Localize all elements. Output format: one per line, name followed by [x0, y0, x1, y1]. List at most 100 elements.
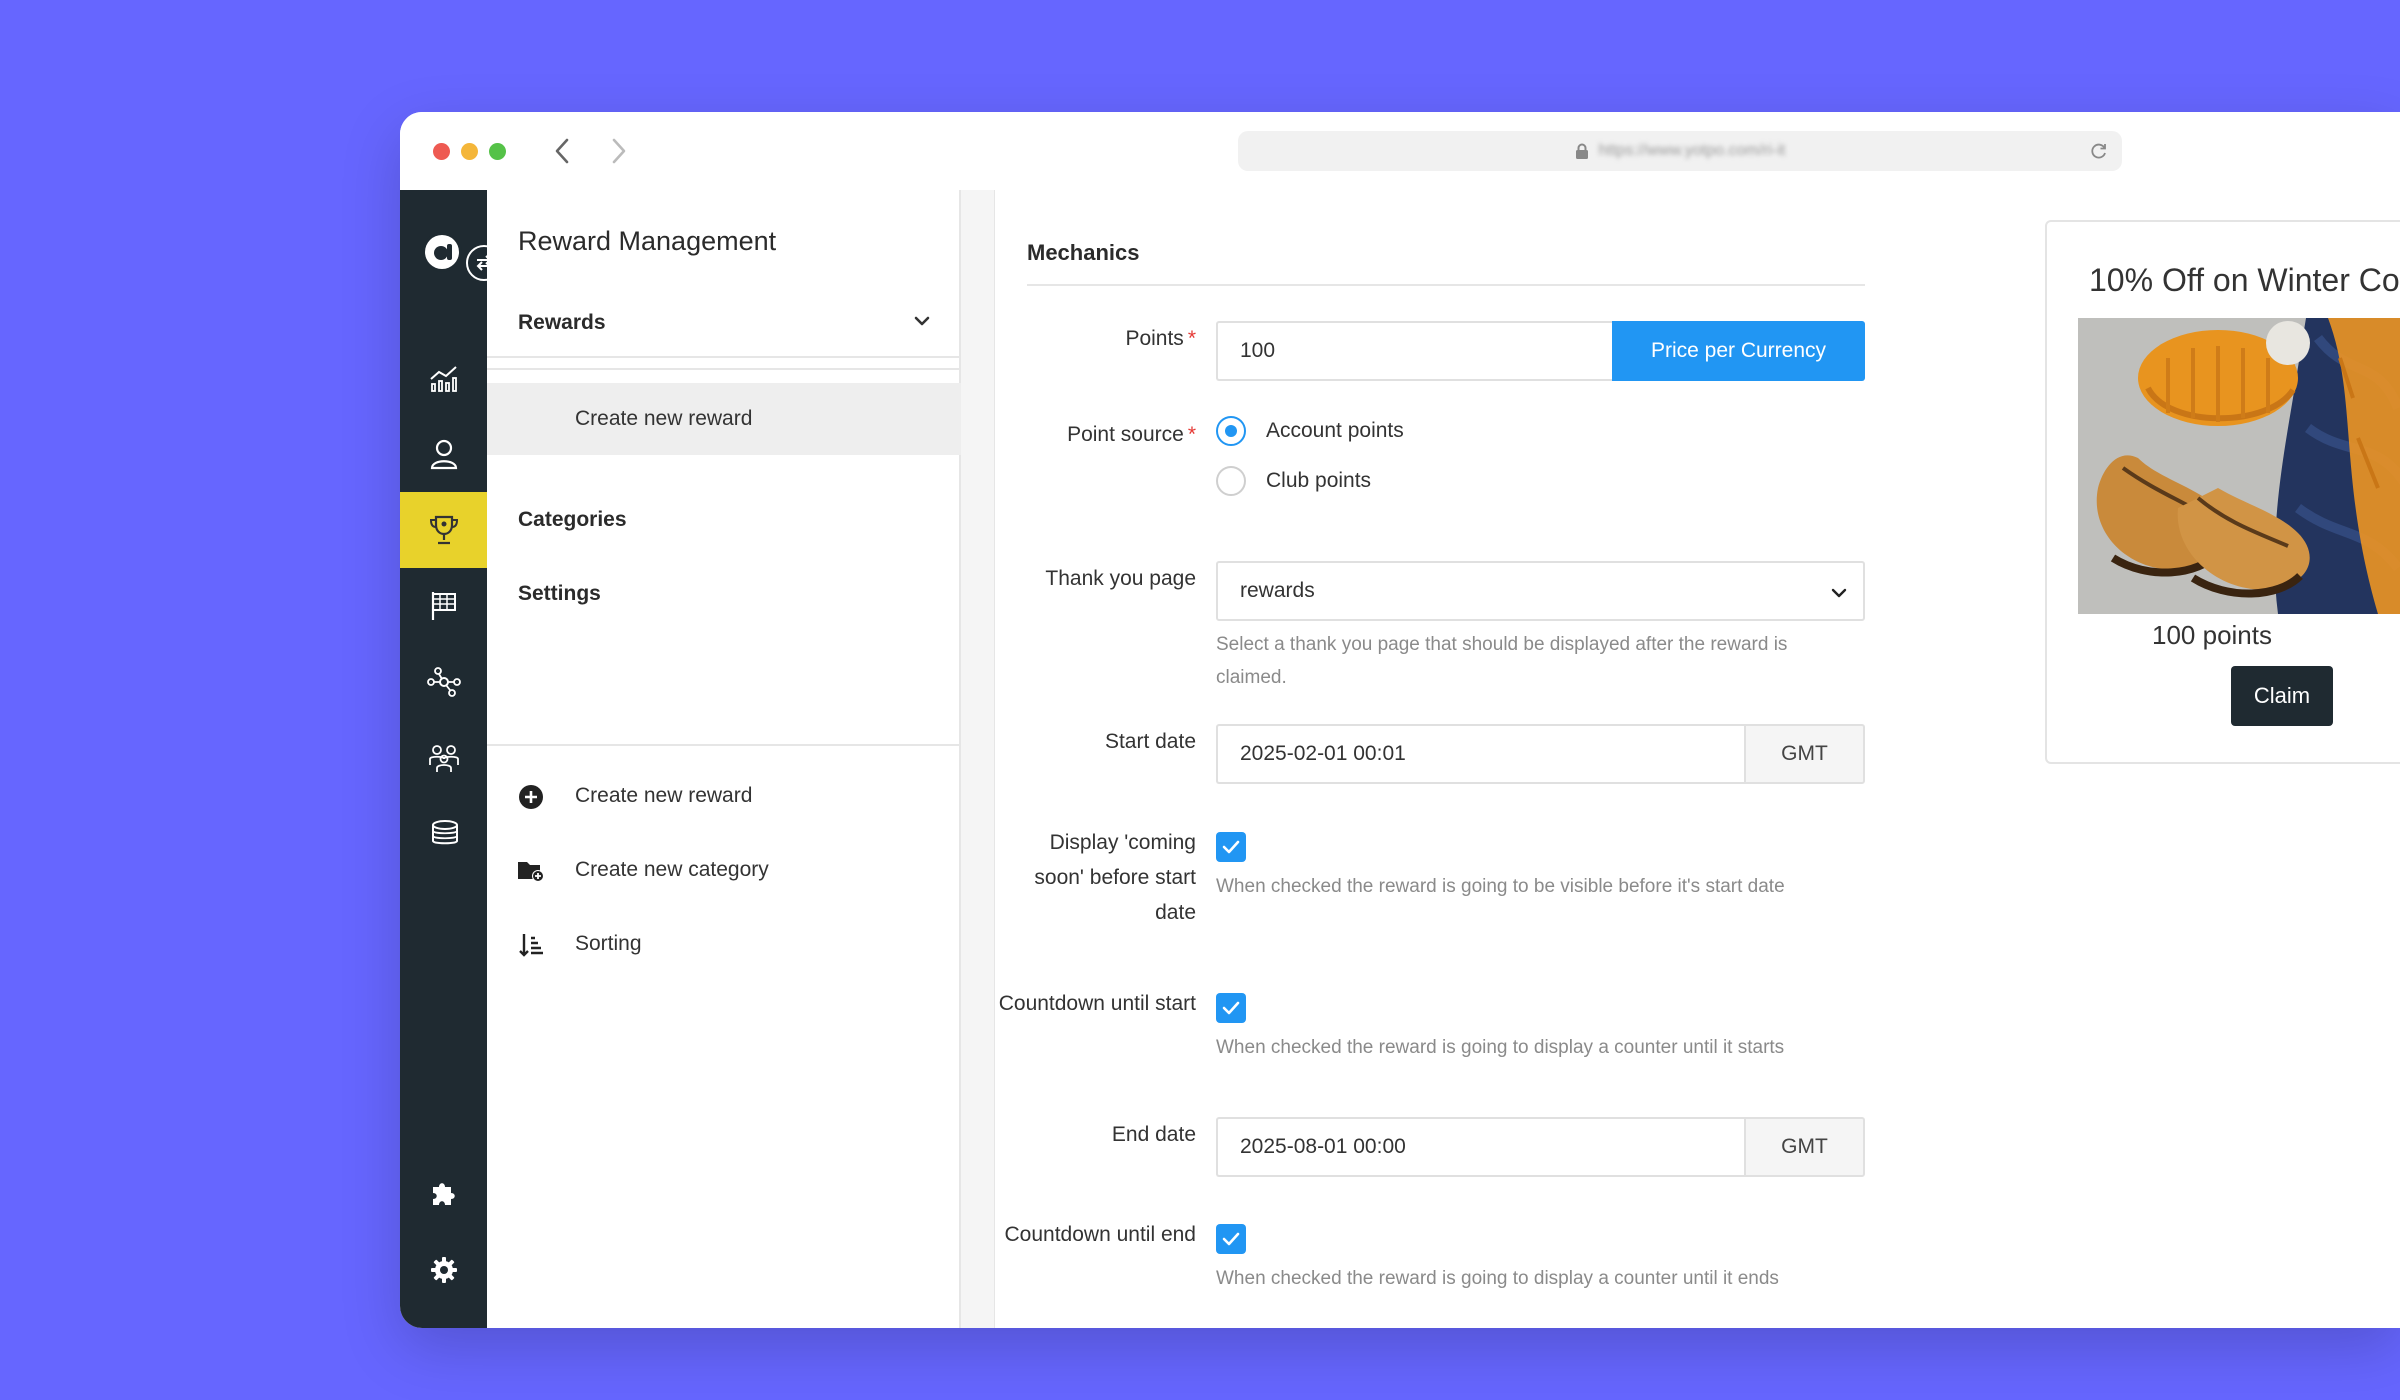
- radio-unselected[interactable]: [1216, 466, 1246, 496]
- action-create-reward-label: Create new reward: [575, 784, 753, 807]
- sort-icon: [517, 931, 545, 959]
- preview-image: [2078, 318, 2400, 614]
- rail-members[interactable]: [400, 720, 487, 796]
- subnav-create-reward-label: Create new reward: [575, 407, 753, 430]
- countdown-end-help: When checked the reward is going to disp…: [1216, 1268, 1779, 1289]
- subnav-settings[interactable]: Settings: [487, 569, 961, 619]
- puzzle-icon: [432, 1183, 455, 1205]
- action-sorting[interactable]: Sorting: [487, 919, 961, 969]
- preview-title: 10% Off on Winter Collection: [2089, 262, 2400, 298]
- flag-icon: [431, 592, 456, 620]
- analytics-chart-icon: [429, 366, 457, 392]
- radio-club-points[interactable]: Club points: [1216, 466, 1371, 496]
- rail-customers[interactable]: [400, 416, 487, 492]
- coming-soon-label: Display 'coming soon' before start date: [1034, 831, 1196, 924]
- maximize-window-button[interactable]: [489, 143, 506, 160]
- network-icon: [426, 667, 461, 697]
- thank-you-page-select[interactable]: rewards: [1216, 561, 1865, 621]
- thank-you-page-help: Select a thank you page that should be d…: [1216, 634, 1788, 688]
- subnav-categories-label: Categories: [518, 508, 627, 531]
- start-date-timezone: GMT: [1744, 724, 1865, 784]
- price-per-currency-button[interactable]: Price per Currency: [1612, 321, 1865, 381]
- address-bar[interactable]: https://www.yotpo.com/ri-it: [1238, 131, 2122, 171]
- checkmark-icon: [1222, 1232, 1240, 1246]
- countdown-start-help: When checked the reward is going to disp…: [1216, 1037, 1785, 1058]
- lock-icon: [1575, 143, 1589, 160]
- countdown-start-label: Countdown until start: [998, 992, 1196, 1015]
- subnav-settings-label: Settings: [518, 582, 601, 605]
- radio-selected[interactable]: [1216, 416, 1246, 446]
- action-create-reward[interactable]: Create new reward: [487, 771, 961, 821]
- chevron-down-icon: [913, 312, 931, 336]
- preview-points: 100 points: [2152, 620, 2272, 650]
- required-marker: *: [1187, 327, 1196, 350]
- thank-you-page-label: Thank you page: [1045, 567, 1196, 590]
- action-create-category-label: Create new category: [575, 858, 769, 881]
- rail-integrations[interactable]: [400, 644, 487, 720]
- trophy-icon: [429, 515, 458, 545]
- rail-settings[interactable]: [400, 1232, 487, 1308]
- reward-preview-card: 10% Off on Winter Collection: [2045, 220, 2400, 764]
- required-marker: *: [1187, 423, 1196, 446]
- claim-button[interactable]: Claim: [2231, 666, 2333, 726]
- action-sorting-label: Sorting: [575, 932, 642, 955]
- checkmark-icon: [1222, 840, 1240, 854]
- subnav-create-reward[interactable]: Create new reward: [487, 383, 961, 455]
- browser-titlebar: https://www.yotpo.com/ri-it: [400, 112, 2400, 190]
- rail-plugins[interactable]: [400, 1156, 487, 1232]
- end-date-input[interactable]: 2025-08-01 00:00: [1216, 1117, 1744, 1177]
- subnav-categories[interactable]: Categories: [487, 495, 961, 545]
- back-button[interactable]: [547, 134, 577, 168]
- thank-you-page-value: rewards: [1240, 579, 1315, 602]
- countdown-end-checkbox[interactable]: [1216, 1224, 1246, 1254]
- content-gutter: [961, 190, 995, 1328]
- app-logo[interactable]: [422, 232, 462, 272]
- end-date-label: End date: [1111, 1123, 1196, 1146]
- subnav-divider: [487, 356, 961, 358]
- subnav-divider: [487, 744, 961, 746]
- close-window-button[interactable]: [433, 143, 450, 160]
- subnav-rewards-toggle[interactable]: Rewards: [487, 298, 961, 348]
- app-sidebar-rail: [400, 190, 502, 1328]
- countdown-start-checkbox[interactable]: [1216, 993, 1246, 1023]
- start-date-label: Start date: [1104, 730, 1196, 753]
- section-title: Mechanics: [1027, 240, 1140, 265]
- start-date-input[interactable]: 2025-02-01 00:01: [1216, 724, 1744, 784]
- user-icon: [430, 439, 457, 470]
- url-text: https://www.yotpo.com/ri-it: [1598, 142, 1786, 159]
- rail-rewards[interactable]: [400, 492, 487, 568]
- logo-a-icon: [425, 235, 459, 269]
- points-input[interactable]: 100: [1216, 321, 1612, 381]
- folder-plus-icon: [517, 857, 545, 885]
- plus-circle-icon: [517, 783, 545, 811]
- rail-analytics[interactable]: [400, 340, 487, 416]
- rail-campaigns[interactable]: [400, 568, 487, 644]
- subnav-rewards-label: Rewards: [518, 311, 606, 334]
- radio-account-points[interactable]: Account points: [1216, 416, 1404, 446]
- countdown-end-label: Countdown until end: [1004, 1223, 1196, 1246]
- reload-icon[interactable]: [2090, 142, 2108, 165]
- winter-clothes-illustration: [2078, 318, 2400, 614]
- reward-management-nav: Reward Management Rewards Create new rew…: [487, 190, 961, 1328]
- gear-icon: [430, 1257, 457, 1283]
- coming-soon-checkbox[interactable]: [1216, 832, 1246, 862]
- checkmark-icon: [1222, 1001, 1240, 1015]
- subnav-title: Reward Management: [518, 226, 777, 256]
- radio-club-points-label: Club points: [1266, 469, 1372, 492]
- forward-button[interactable]: [604, 134, 634, 168]
- chevron-down-icon: [1831, 583, 1847, 607]
- browser-window: https://www.yotpo.com/ri-it Reward Manag…: [400, 112, 2400, 1328]
- chevron-right-icon: [612, 138, 626, 164]
- rail-points[interactable]: [400, 796, 487, 872]
- chevron-left-icon: [555, 138, 569, 164]
- section-divider: [1027, 284, 1865, 286]
- minimize-window-button[interactable]: [461, 143, 478, 160]
- radio-account-points-label: Account points: [1266, 419, 1404, 442]
- group-users-icon: [428, 745, 459, 772]
- points-label: Points *: [1125, 327, 1196, 350]
- subnav-divider: [487, 368, 961, 370]
- point-source-label: Point source *: [1067, 423, 1196, 446]
- action-create-category[interactable]: Create new category: [487, 845, 961, 895]
- coming-soon-help: When checked the reward is going to be v…: [1216, 876, 1785, 897]
- coins-stack-icon: [431, 820, 458, 845]
